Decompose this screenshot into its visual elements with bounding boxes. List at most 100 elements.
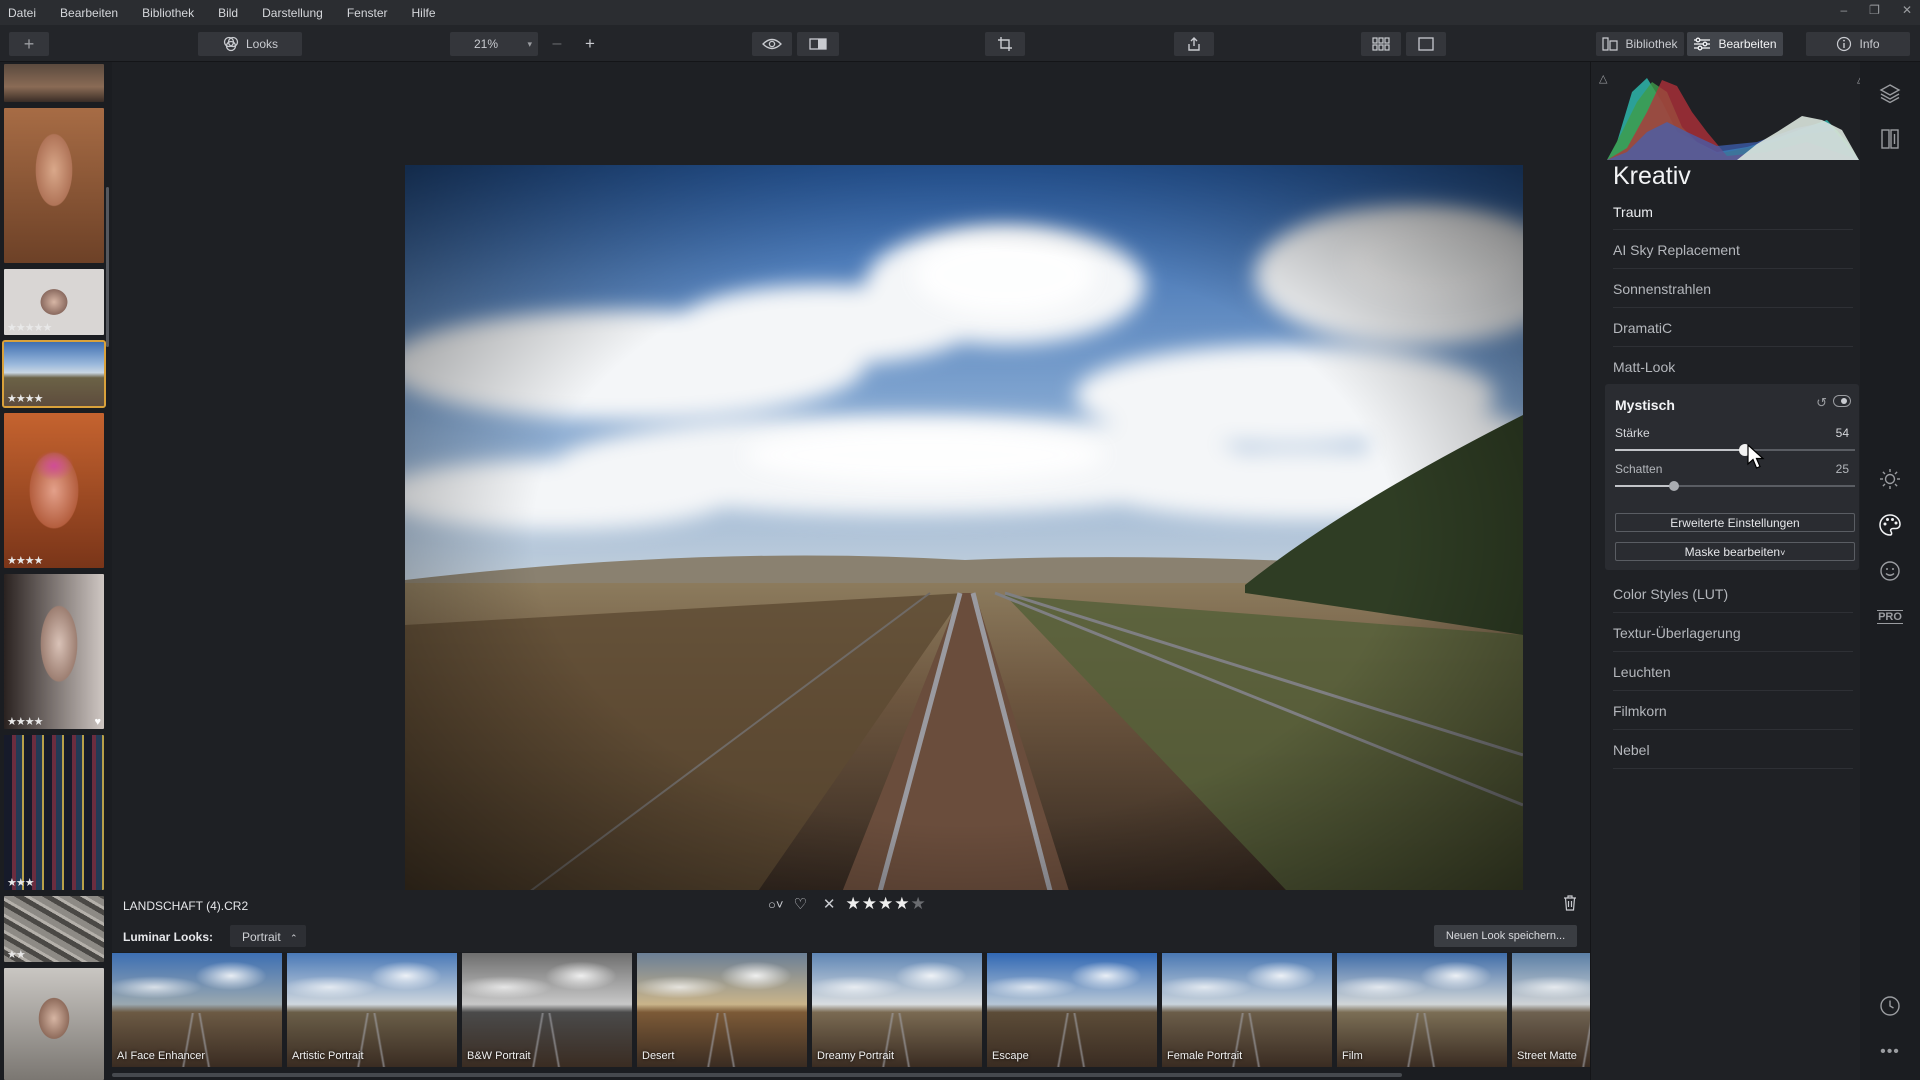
save-new-look-button[interactable]: Neuen Look speichern... [1434, 925, 1577, 947]
filter-matt-look[interactable]: Matt-Look [1613, 347, 1853, 386]
menu-bibliothek[interactable]: Bibliothek [142, 6, 204, 20]
star-icon[interactable]: ★ [910, 894, 926, 913]
look-thumb[interactable]: Dreamy Portrait [812, 953, 982, 1067]
zoom-out-button[interactable]: – [545, 32, 569, 56]
tool-rail: PRO ••• [1860, 62, 1920, 1080]
reject-icon[interactable]: ✕ [823, 895, 836, 913]
filmstrip-thumb[interactable] [4, 108, 104, 263]
pro-button[interactable]: PRO [1875, 602, 1905, 632]
main-photo [405, 165, 1523, 910]
filmstrip-thumb[interactable]: ★★★★★ [4, 269, 104, 335]
filter-mystisch-panel: Mystisch ↺ Stärke 54 Schatten 25 Erweite… [1605, 384, 1859, 570]
export-button[interactable] [1174, 32, 1214, 56]
filter-list-top: Traum AI Sky Replacement Sonnenstrahlen … [1613, 196, 1853, 386]
add-button[interactable]: + [9, 32, 49, 56]
look-name: Desert [642, 1050, 675, 1062]
color-label-icon[interactable]: ○˅ [768, 897, 783, 912]
slider-staerke[interactable] [1615, 444, 1855, 456]
looks-scrollbar[interactable] [112, 1073, 1402, 1077]
look-thumb[interactable]: Film [1337, 953, 1507, 1067]
layers-button[interactable] [1875, 78, 1905, 108]
restore-icon[interactable]: ❐ [1869, 3, 1880, 17]
look-thumb[interactable]: Artistic Portrait [287, 953, 457, 1067]
trash-icon[interactable] [1563, 895, 1577, 914]
filter-dramatic[interactable]: DramatiC [1613, 308, 1853, 347]
filmstrip-thumb[interactable] [4, 968, 104, 1080]
filmstrip-thumb[interactable] [4, 64, 104, 102]
look-thumb[interactable]: Street Matte [1512, 953, 1590, 1067]
image-canvas[interactable] [112, 62, 1590, 910]
thumb-rating: ★★ [7, 949, 26, 961]
star-icon[interactable]: ★ [862, 894, 878, 913]
look-thumb[interactable]: Desert [637, 953, 807, 1067]
close-icon[interactable]: ✕ [1902, 3, 1912, 17]
filter-traum[interactable]: Traum [1613, 196, 1853, 230]
single-view-button[interactable] [1406, 32, 1446, 56]
preview-button[interactable] [752, 32, 792, 56]
canvas-tools-button[interactable] [1875, 124, 1905, 154]
star-icon[interactable]: ★ [845, 894, 861, 913]
filter-textur-ueberlagerung[interactable]: Textur-Überlagerung [1613, 613, 1853, 652]
tab-bearbeiten[interactable]: Bearbeiten [1687, 32, 1783, 56]
chevron-up-icon: ⌃ [290, 933, 298, 943]
filter-filmkorn[interactable]: Filmkorn [1613, 691, 1853, 730]
tab-bibliothek[interactable]: Bibliothek [1596, 32, 1684, 56]
filmstrip-scrollbar[interactable] [106, 187, 109, 347]
menu-darstellung[interactable]: Darstellung [262, 6, 333, 20]
visibility-toggle-icon[interactable] [1833, 395, 1851, 410]
zoom-select[interactable]: 21% ▾ [450, 32, 538, 56]
more-button[interactable]: ••• [1875, 1037, 1905, 1067]
menu-bearbeiten[interactable]: Bearbeiten [60, 6, 128, 20]
filter-list-bottom: Color Styles (LUT) Textur-Überlagerung L… [1613, 574, 1853, 769]
look-name: Escape [992, 1050, 1029, 1062]
edit-mask-button[interactable]: Maske bearbeiten˅ [1615, 542, 1855, 561]
compare-button[interactable] [797, 32, 839, 56]
looks-category-select[interactable]: Portrait ⌃ [230, 925, 306, 947]
tab-info[interactable]: Info [1806, 32, 1910, 56]
slider-schatten[interactable] [1615, 481, 1855, 491]
crop-button[interactable] [985, 32, 1025, 56]
heart-icon[interactable]: ♡ [793, 895, 806, 913]
filmstrip-thumb[interactable]: ★★ [4, 896, 104, 962]
filter-leuchten[interactable]: Leuchten [1613, 652, 1853, 691]
look-thumb[interactable]: B&W Portrait [462, 953, 632, 1067]
advanced-settings-button[interactable]: Erweiterte Einstellungen [1615, 513, 1855, 532]
reset-icon[interactable]: ↺ [1816, 395, 1827, 411]
filmstrip-thumb[interactable]: ★★★★ ♥ [4, 574, 104, 729]
clock-icon [1880, 996, 1900, 1016]
menu-bild[interactable]: Bild [218, 6, 248, 20]
creative-button[interactable] [1875, 510, 1905, 540]
minimize-icon[interactable]: – [1840, 3, 1847, 17]
filter-mystisch-title[interactable]: Mystisch [1615, 397, 1675, 413]
filter-ai-sky-replacement[interactable]: AI Sky Replacement [1613, 230, 1853, 269]
look-name: Dreamy Portrait [817, 1050, 895, 1062]
menu-hilfe[interactable]: Hilfe [412, 6, 446, 20]
essentials-button[interactable] [1875, 464, 1905, 494]
filter-color-styles[interactable]: Color Styles (LUT) [1613, 574, 1853, 613]
menu-fenster[interactable]: Fenster [347, 6, 398, 20]
window-controls: – ❐ ✕ [1840, 3, 1912, 17]
looks-icon [223, 36, 239, 52]
look-thumb[interactable]: Female Portrait [1162, 953, 1332, 1067]
section-title: Kreativ [1613, 162, 1691, 190]
slider-schatten-knob[interactable] [1669, 481, 1679, 491]
grid-view-button[interactable] [1361, 32, 1401, 56]
history-button[interactable] [1875, 991, 1905, 1021]
look-thumb[interactable]: AI Face Enhancer [112, 953, 282, 1067]
star-icon[interactable]: ★ [894, 894, 910, 913]
star-icon[interactable]: ★ [878, 894, 894, 913]
filmstrip-thumb-selected[interactable]: ★★★★ [2, 340, 106, 408]
filmstrip-thumb[interactable]: ★★★ [4, 735, 104, 890]
looks-button[interactable]: Looks [198, 32, 302, 56]
zoom-in-button[interactable]: + [578, 32, 602, 56]
single-view-icon [1418, 37, 1434, 51]
menu-datei[interactable]: Datei [8, 6, 46, 20]
filmstrip-thumb[interactable]: ★★★★ [4, 413, 104, 568]
toolbar: + Looks 21% ▾ – + Bibliothek Bearbeiten [0, 25, 1920, 62]
star-rating[interactable]: ★★★★★ [845, 894, 926, 914]
filter-sonnenstrahlen[interactable]: Sonnenstrahlen [1613, 269, 1853, 308]
filter-nebel[interactable]: Nebel [1613, 730, 1853, 769]
edit-mask-label: Maske bearbeiten [1684, 545, 1781, 559]
portrait-button[interactable] [1875, 556, 1905, 586]
look-thumb[interactable]: Escape [987, 953, 1157, 1067]
